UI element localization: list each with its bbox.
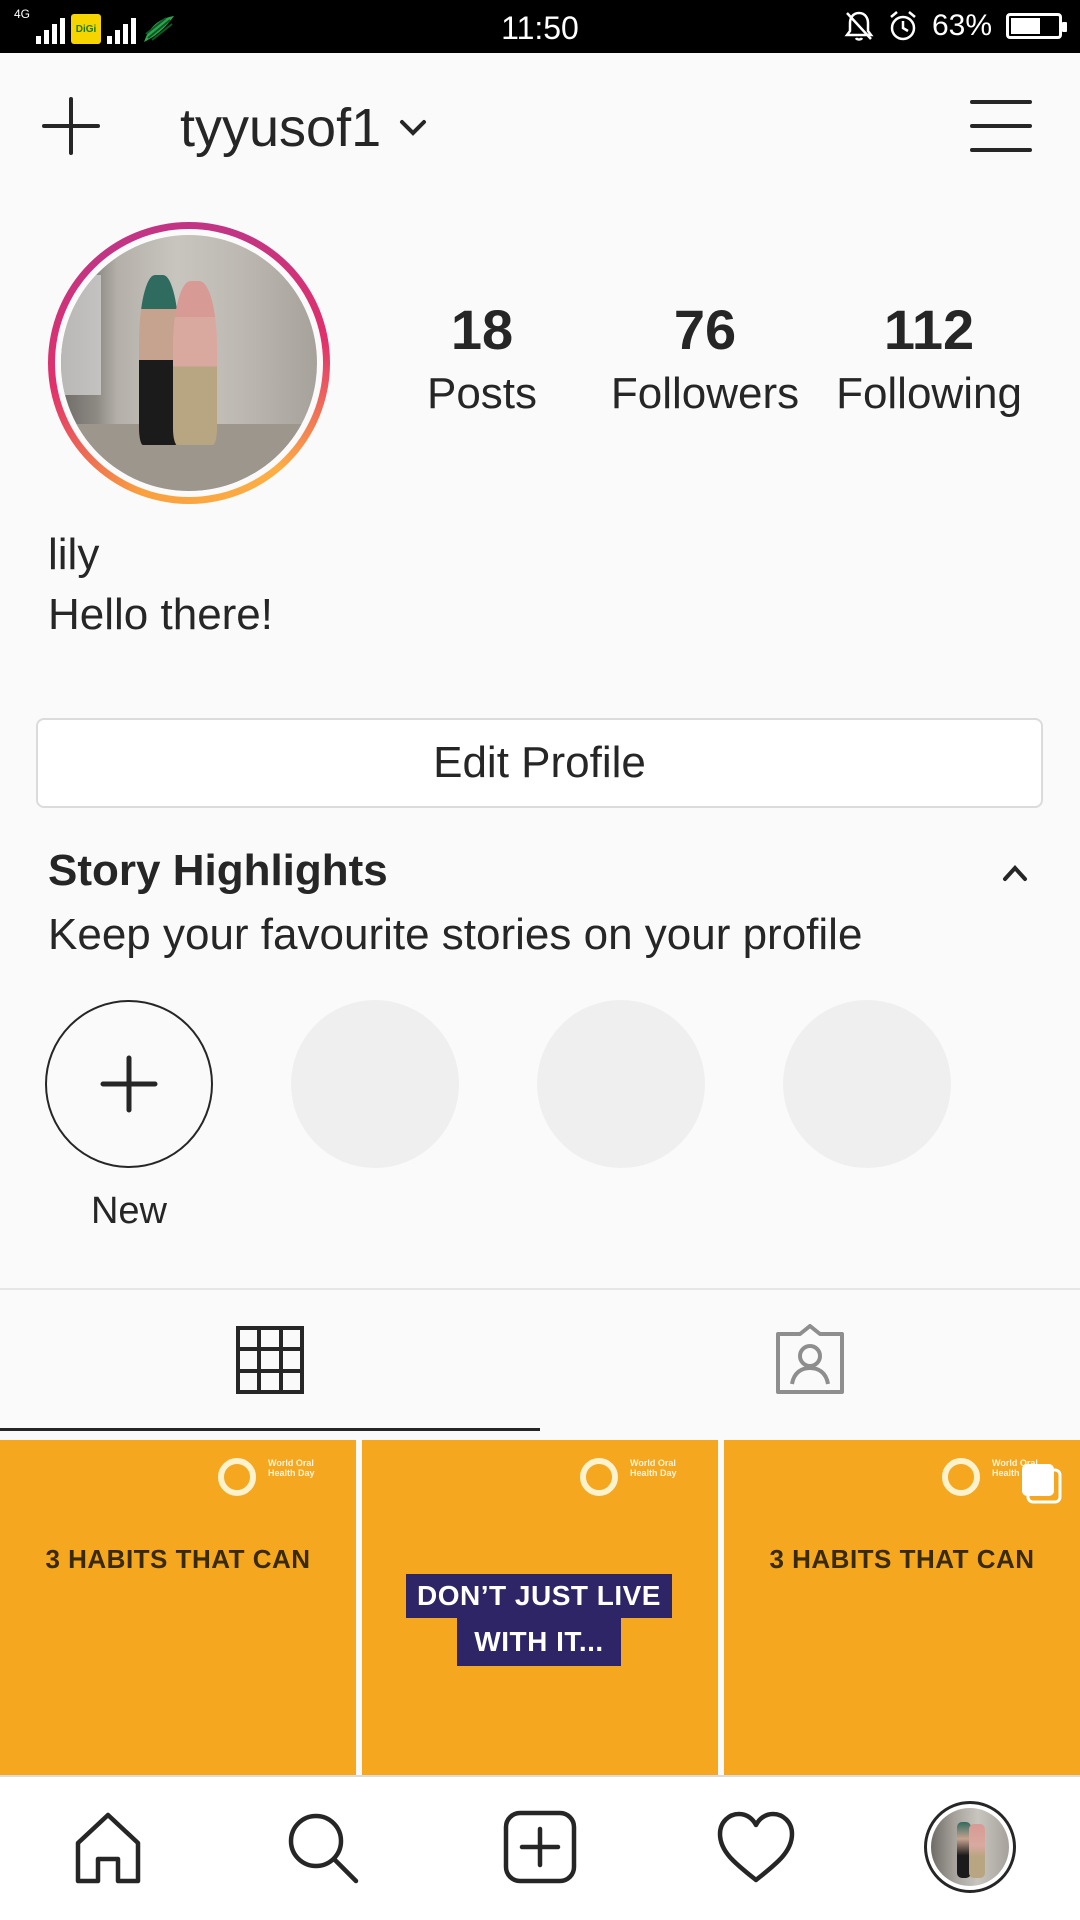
profile-header: tyyusof1 xyxy=(0,53,1080,203)
profile-display-name: lily xyxy=(48,530,100,579)
nav-activity[interactable] xyxy=(716,1807,796,1887)
multiple-photos-icon xyxy=(1022,1464,1062,1504)
nav-add-post[interactable] xyxy=(500,1807,580,1887)
posts-count[interactable]: 18 Posts xyxy=(402,298,562,422)
profile-photo xyxy=(61,235,317,491)
nav-profile[interactable] xyxy=(924,1801,1016,1893)
add-post-icon xyxy=(503,1810,577,1884)
battery-icon xyxy=(1006,13,1067,39)
profile-avatar-story-ring[interactable] xyxy=(48,222,330,504)
search-icon xyxy=(288,1813,359,1884)
highlight-placeholder xyxy=(783,1000,951,1168)
avatar-inner xyxy=(55,229,323,497)
post-thumbnail[interactable]: World Oral Health Day 3 HABITS THAT CAN xyxy=(0,1440,356,1775)
followers-count[interactable]: 76 Followers xyxy=(598,298,812,422)
followers-count-label: Followers xyxy=(610,369,800,418)
post-thumbnail[interactable]: World Oral Health Day DON’T JUST LIVE WI… xyxy=(362,1440,718,1775)
edit-profile-button[interactable]: Edit Profile xyxy=(36,718,1043,808)
post-thumbnail[interactable]: World Oral Health Day 3 HABITS THAT CAN xyxy=(724,1440,1080,1775)
profile-bio: Hello there! xyxy=(48,590,274,639)
nav-search[interactable] xyxy=(282,1807,362,1887)
plus-icon[interactable] xyxy=(40,95,102,157)
following-count-value: 112 xyxy=(883,298,975,361)
nav-home[interactable] xyxy=(68,1807,148,1887)
new-highlight-label: New xyxy=(90,1190,168,1232)
world-oral-health-day-logo xyxy=(580,1458,618,1496)
battery-fill xyxy=(1011,18,1040,34)
chevron-up-icon[interactable] xyxy=(1002,864,1028,882)
following-count-label: Following xyxy=(836,369,1022,418)
story-highlights-subtitle: Keep your favourite stories on your prof… xyxy=(48,910,863,959)
tagged-person-icon xyxy=(776,1324,844,1394)
instagram-profile-screen: 4G DiGi 11:50 63% tyyusof1 18 Posts 76 F… xyxy=(0,0,1080,1920)
grid-icon xyxy=(236,1326,304,1394)
new-highlight-button[interactable] xyxy=(45,1000,213,1168)
bottom-navigation xyxy=(0,1775,1080,1920)
profile-avatar-photo xyxy=(931,1808,1009,1886)
account-switcher[interactable]: tyyusof1 xyxy=(180,97,427,159)
chevron-down-icon xyxy=(400,120,427,136)
post-logo-text: World Oral Health Day xyxy=(268,1458,315,1478)
post-headline-box-2: WITH IT... xyxy=(457,1618,621,1666)
highlight-placeholder xyxy=(291,1000,459,1168)
alarm-clock-icon xyxy=(890,11,916,41)
status-bar-right: 63% xyxy=(844,8,1067,44)
followers-count-value: 76 xyxy=(673,298,737,361)
posts-count-value: 18 xyxy=(450,298,514,361)
plus-icon xyxy=(100,1055,158,1113)
notifications-muted-icon xyxy=(844,11,874,41)
post-headline: 3 HABITS THAT CAN xyxy=(45,1544,311,1574)
highlight-placeholder xyxy=(537,1000,705,1168)
world-oral-health-day-logo xyxy=(218,1458,256,1496)
post-logo-text: World Oral Health Day xyxy=(630,1458,677,1478)
username-label: tyyusof1 xyxy=(180,98,382,158)
tab-grid[interactable] xyxy=(0,1290,540,1430)
hamburger-menu-icon[interactable] xyxy=(970,98,1032,154)
following-count[interactable]: 112 Following xyxy=(818,298,1040,422)
posts-count-label: Posts xyxy=(426,369,538,418)
profile-avatar xyxy=(924,1801,1016,1893)
battery-percent: 63% xyxy=(931,9,992,42)
post-headline-box-1: DON’T JUST LIVE xyxy=(406,1574,672,1618)
tab-tagged[interactable] xyxy=(540,1290,1080,1430)
heart-icon xyxy=(717,1811,795,1883)
post-headline: 3 HABITS THAT CAN xyxy=(769,1544,1035,1574)
active-tab-indicator xyxy=(0,1428,540,1431)
world-oral-health-day-logo xyxy=(942,1458,980,1496)
story-highlights-title: Story Highlights xyxy=(48,846,388,895)
status-bar: 4G DiGi 11:50 63% xyxy=(0,0,1080,53)
home-icon xyxy=(75,1812,141,1884)
photo-person-right xyxy=(173,281,217,445)
